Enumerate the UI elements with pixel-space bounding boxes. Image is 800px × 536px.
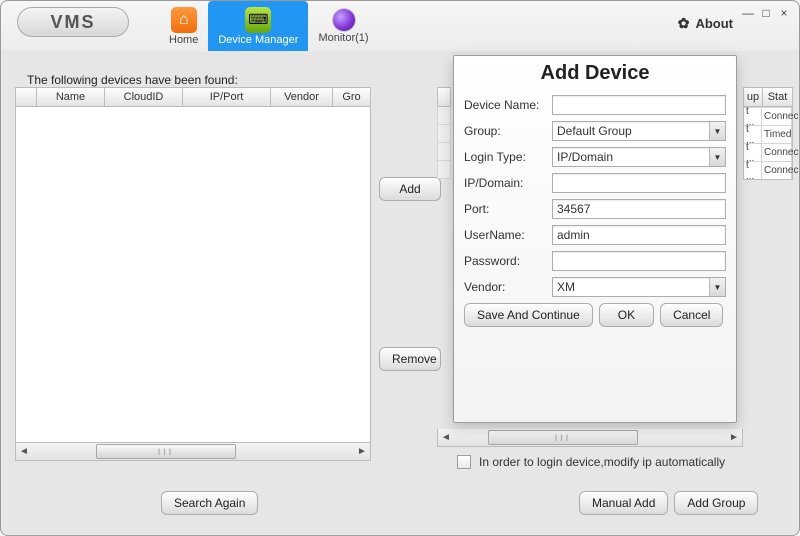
title-bar: VMS ⌂ Home ⌨ Device Manager Monitor(1) ✿… xyxy=(1,1,799,51)
found-devices-body[interactable] xyxy=(15,107,371,443)
port-input[interactable] xyxy=(552,199,726,219)
dialog-title: Add Device xyxy=(464,62,726,85)
password-input[interactable] xyxy=(552,251,726,271)
group-select[interactable]: ▼ xyxy=(552,121,726,141)
bottom-right-buttons: Manual Add Add Group xyxy=(579,491,758,515)
close-button[interactable]: × xyxy=(775,5,793,21)
col-group-tail[interactable]: up xyxy=(743,87,763,107)
col-name[interactable]: Name xyxy=(37,87,105,107)
found-devices-caption: The following devices have been found: xyxy=(27,73,238,87)
right-table-stub xyxy=(437,87,451,179)
device-list-hscroll[interactable]: ◄ III ► xyxy=(437,429,743,447)
vendor-select[interactable]: ▼ xyxy=(552,277,726,297)
manual-add-button[interactable]: Manual Add xyxy=(579,491,668,515)
nav-tabs: ⌂ Home ⌨ Device Manager Monitor(1) xyxy=(159,1,379,51)
device-name-label: Device Name: xyxy=(464,98,552,112)
cell: t ... xyxy=(744,143,762,161)
device-manager-icon: ⌨ xyxy=(245,7,271,33)
cell: Connec xyxy=(762,107,792,125)
ip-domain-input[interactable] xyxy=(552,173,726,193)
chevron-down-icon[interactable]: ▼ xyxy=(709,148,725,166)
login-type-select[interactable]: ▼ xyxy=(552,147,726,167)
username-label: UserName: xyxy=(464,228,552,242)
col-vendor[interactable]: Vendor xyxy=(271,87,333,107)
found-devices-header: Name CloudID IP/Port Vendor Gro xyxy=(15,87,371,107)
tab-label: Home xyxy=(169,34,198,46)
chevron-down-icon[interactable]: ▼ xyxy=(709,122,725,140)
password-label: Password: xyxy=(464,254,552,268)
username-input[interactable] xyxy=(552,225,726,245)
transfer-buttons: Add Remove xyxy=(379,177,441,371)
minimize-button[interactable]: — xyxy=(739,5,757,21)
tab-monitor[interactable]: Monitor(1) xyxy=(308,1,378,51)
device-list-tail: up Stat t ...Connec t ...Timed t ...Conn… xyxy=(743,87,793,180)
remove-button[interactable]: Remove xyxy=(379,347,441,371)
tab-label: Device Manager xyxy=(218,34,298,46)
window-controls: — □ × xyxy=(739,5,793,21)
cell: t ... xyxy=(744,161,762,179)
scroll-left-icon[interactable]: ◄ xyxy=(16,444,32,460)
found-devices-table: Name CloudID IP/Port Vendor Gro ◄ III ► xyxy=(15,87,371,461)
save-and-continue-button[interactable]: Save And Continue xyxy=(464,303,593,327)
col-ipport[interactable]: IP/Port xyxy=(183,87,271,107)
home-icon: ⌂ xyxy=(171,7,197,33)
scroll-right-icon[interactable]: ► xyxy=(726,430,742,446)
app-window: VMS ⌂ Home ⌨ Device Manager Monitor(1) ✿… xyxy=(0,0,800,536)
about-label: About xyxy=(695,16,733,31)
monitor-icon xyxy=(333,9,355,31)
found-devices-hscroll[interactable]: ◄ III ► xyxy=(15,443,371,461)
login-type-value[interactable] xyxy=(552,147,726,167)
auto-ip-checkbox[interactable] xyxy=(457,455,471,469)
add-button[interactable]: Add xyxy=(379,177,441,201)
device-list-tail-rows: t ...Connec t ...Timed t ...Connec t ...… xyxy=(743,107,793,180)
maximize-button[interactable]: □ xyxy=(757,5,775,21)
scroll-thumb[interactable]: III xyxy=(96,444,236,459)
ok-button[interactable]: OK xyxy=(599,303,654,327)
col-cloudid[interactable]: CloudID xyxy=(105,87,183,107)
device-name-input[interactable] xyxy=(552,95,726,115)
tab-device-manager[interactable]: ⌨ Device Manager xyxy=(208,1,308,51)
port-label: Port: xyxy=(464,202,552,216)
about-icon: ✿ xyxy=(678,15,690,32)
chevron-down-icon[interactable]: ▼ xyxy=(709,278,725,296)
add-device-dialog: Add Device Device Name: Group: ▼ Login T… xyxy=(453,55,737,423)
cell: t ... xyxy=(744,125,762,143)
app-logo: VMS xyxy=(17,7,129,37)
col-group[interactable]: Gro xyxy=(333,87,371,107)
login-type-label: Login Type: xyxy=(464,150,552,164)
scroll-right-icon[interactable]: ► xyxy=(354,444,370,460)
scroll-thumb[interactable]: III xyxy=(488,430,638,445)
scroll-left-icon[interactable]: ◄ xyxy=(438,430,454,446)
about-button[interactable]: ✿ About xyxy=(678,15,733,32)
cell: Connec xyxy=(762,161,792,179)
auto-ip-label: In order to login device,modify ip autom… xyxy=(479,455,725,469)
cancel-button[interactable]: Cancel xyxy=(660,303,723,327)
cell: Connec xyxy=(762,143,792,161)
group-label: Group: xyxy=(464,124,552,138)
cell: t ... xyxy=(744,107,762,125)
col-check[interactable] xyxy=(15,87,37,107)
vendor-label: Vendor: xyxy=(464,280,552,294)
group-select-value[interactable] xyxy=(552,121,726,141)
add-group-button[interactable]: Add Group xyxy=(674,491,758,515)
auto-ip-row[interactable]: In order to login device,modify ip autom… xyxy=(457,455,725,469)
col-status-tail[interactable]: Stat xyxy=(763,87,793,107)
vendor-value[interactable] xyxy=(552,277,726,297)
search-again-button[interactable]: Search Again xyxy=(161,491,258,515)
tab-label: Monitor(1) xyxy=(318,32,368,44)
cell: Timed xyxy=(762,125,792,143)
ip-domain-label: IP/Domain: xyxy=(464,176,552,190)
tab-home[interactable]: ⌂ Home xyxy=(159,1,208,51)
